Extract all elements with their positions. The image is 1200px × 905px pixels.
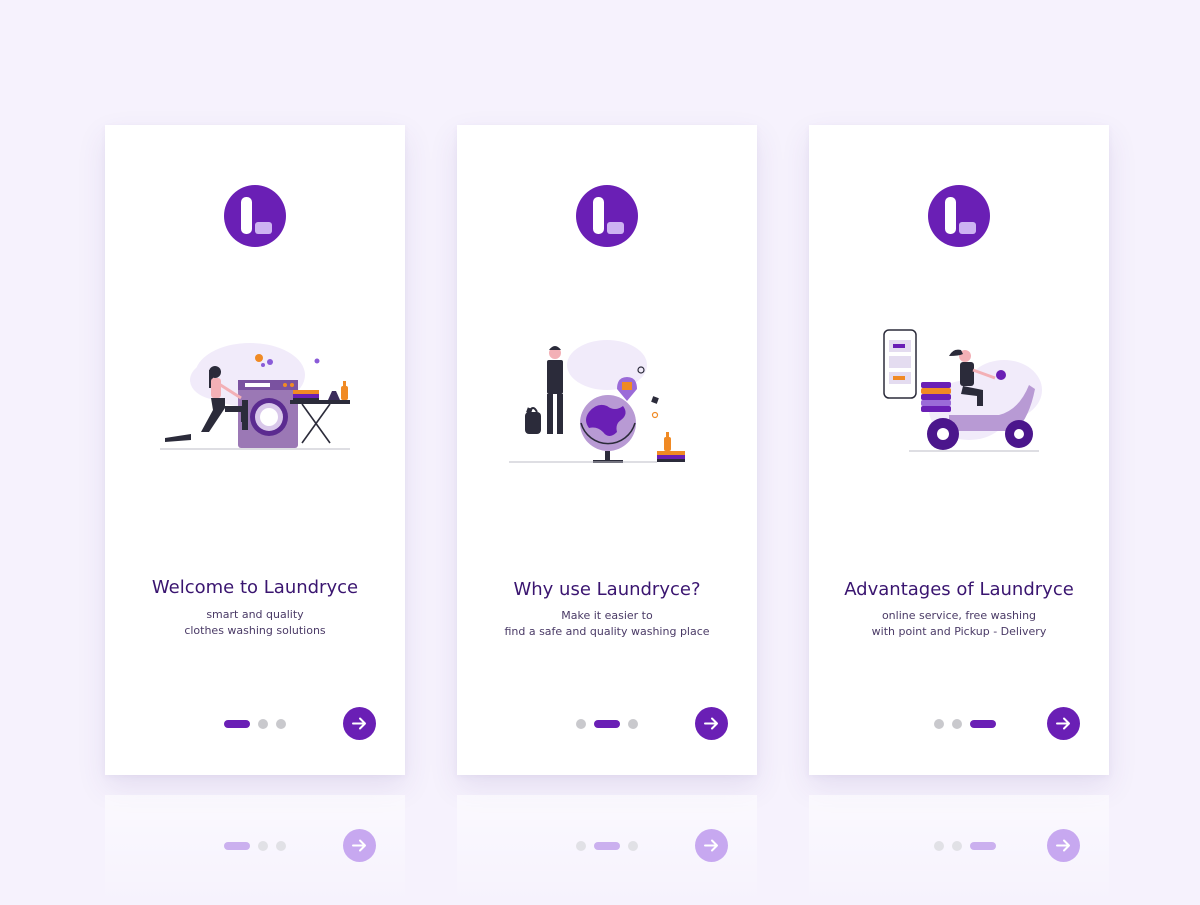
onboarding-screen-welcome: Welcome to Laundryce smart and quality c… xyxy=(105,125,405,775)
page-dot-2[interactable] xyxy=(952,719,962,729)
laundryce-logo xyxy=(224,185,286,247)
page-indicator xyxy=(576,719,638,729)
page-dot-2[interactable] xyxy=(258,719,268,729)
onboarding-screen-why: Why use Laundryce? Make it easier to fin… xyxy=(457,125,757,775)
reflection-dot xyxy=(952,841,962,851)
reflection-dot xyxy=(224,842,250,850)
page-dot-1[interactable] xyxy=(934,719,944,729)
page-dot-2[interactable] xyxy=(594,720,620,728)
next-button[interactable] xyxy=(343,707,376,740)
reflection-dot xyxy=(970,842,996,850)
reflection-screen-3 xyxy=(809,795,1109,905)
reflection-page-indicator xyxy=(934,841,996,851)
washing-illustration xyxy=(160,343,350,450)
arrow-right-icon xyxy=(704,717,718,730)
page-dot-3[interactable] xyxy=(628,719,638,729)
reflection-next-button xyxy=(695,829,728,862)
reflection-dot xyxy=(594,842,620,850)
arrow-right-icon xyxy=(1056,839,1070,852)
page-dot-1[interactable] xyxy=(224,720,250,728)
reflection-page-indicator xyxy=(576,841,638,851)
page-indicator xyxy=(224,719,286,729)
screen-subtitle: smart and quality clothes washing soluti… xyxy=(184,608,326,637)
arrow-right-icon xyxy=(352,717,366,730)
page-indicator xyxy=(934,719,996,729)
laundryce-logo xyxy=(928,185,990,247)
reflection-dot xyxy=(576,841,586,851)
page-dot-1[interactable] xyxy=(576,719,586,729)
laundryce-logo xyxy=(576,185,638,247)
screen-subtitle: online service, free washing with point … xyxy=(871,609,1047,638)
next-button[interactable] xyxy=(1047,707,1080,740)
delivery-illustration xyxy=(883,329,1042,452)
reflection-page-indicator xyxy=(224,841,286,851)
screen-title: Welcome to Laundryce xyxy=(151,577,359,598)
reflection-screen-1 xyxy=(105,795,405,905)
screen-title: Advantages of Laundryce xyxy=(844,579,1074,600)
screen-subtitle: Make it easier to find a safe and qualit… xyxy=(504,609,710,638)
arrow-right-icon xyxy=(1056,717,1070,730)
arrow-right-icon xyxy=(352,839,366,852)
onboarding-screen-advantages: Advantages of Laundryce online service, … xyxy=(809,125,1109,775)
reflection-next-button xyxy=(343,829,376,862)
reflection-next-button xyxy=(1047,829,1080,862)
reflection-dot xyxy=(934,841,944,851)
screen-title: Why use Laundryce? xyxy=(513,579,701,600)
globe-illustration xyxy=(509,340,685,463)
page-dot-3[interactable] xyxy=(970,720,996,728)
reflection-dot xyxy=(276,841,286,851)
page-dot-3[interactable] xyxy=(276,719,286,729)
reflection-dot xyxy=(258,841,268,851)
next-button[interactable] xyxy=(695,707,728,740)
reflection-dot xyxy=(628,841,638,851)
reflection-screen-2 xyxy=(457,795,757,905)
arrow-right-icon xyxy=(704,839,718,852)
